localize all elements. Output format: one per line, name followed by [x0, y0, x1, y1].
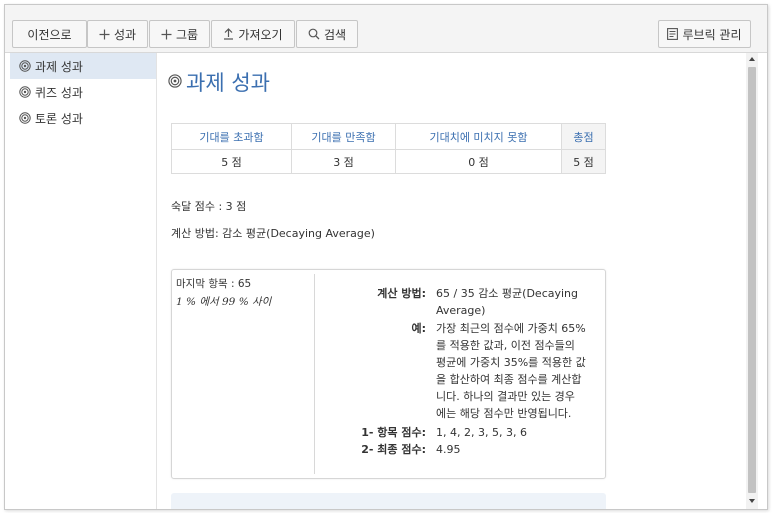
- search-icon: [308, 28, 320, 40]
- import-button[interactable]: 가져오기: [211, 20, 295, 48]
- vertical-scrollbar[interactable]: [746, 53, 758, 509]
- upload-icon: [223, 28, 234, 40]
- level-points: 3 점: [291, 149, 396, 174]
- add-group-label: 그룹: [175, 27, 199, 42]
- method-value: 65 / 35 감소 평균(Decaying Average): [436, 287, 579, 317]
- scroll-down-arrow-icon[interactable]: [746, 497, 758, 507]
- import-label: 가져오기: [238, 27, 283, 42]
- item-scores-value: 1, 4, 2, 3, 5, 3, 6: [436, 426, 527, 439]
- mastery-levels-table: 기대를 초과함 기대를 만족함 기대치에 미치지 못함 총점 5 점 3 점 0…: [171, 123, 606, 174]
- target-icon: [168, 73, 182, 91]
- sidebar-item-label: 토론 성과: [35, 111, 83, 126]
- weight-range-hint: 1 % 에서 99 % 사이: [176, 296, 272, 308]
- target-icon: [19, 60, 31, 72]
- final-score-key: 2- 최종 점수:: [361, 443, 426, 456]
- calc-parameter: 마지막 항목 : 65 1 % 에서 99 % 사이: [176, 276, 312, 309]
- add-outcome-button[interactable]: 성과: [87, 20, 148, 48]
- total-points: 5 점: [561, 149, 606, 174]
- rubric-icon: [667, 28, 679, 40]
- back-button-label: 이전으로: [27, 27, 72, 42]
- page-title-text: 과제 성과: [186, 71, 270, 95]
- sidebar-item-label: 퀴즈 성과: [35, 85, 83, 100]
- manage-rubrics-label: 루브릭 관리: [682, 27, 742, 42]
- level-header: 기대를 만족함: [291, 123, 396, 150]
- item-scores-key: 1- 항목 점수:: [361, 426, 426, 439]
- plus-icon: [99, 29, 110, 40]
- add-outcome-label: 성과: [113, 27, 137, 42]
- target-icon: [19, 86, 31, 98]
- level-header: 기대를 초과함: [171, 123, 292, 150]
- example-text: 가장 최근의 점수에 가중치 65% 를 적용한 값과, 이전 점수들의 평균에…: [436, 322, 586, 420]
- sidebar: 과제 성과 퀴즈 성과 토론 성과: [10, 53, 157, 509]
- last-item-weight: 마지막 항목 : 65: [176, 278, 252, 290]
- back-button[interactable]: 이전으로: [12, 20, 87, 48]
- example-key: 예:: [411, 322, 426, 335]
- sidebar-item-discussion-outcomes[interactable]: 토론 성과: [10, 105, 156, 131]
- sidebar-item-quiz-outcomes[interactable]: 퀴즈 성과: [10, 79, 156, 105]
- target-icon: [19, 112, 31, 124]
- manage-rubrics-button[interactable]: 루브릭 관리: [658, 20, 751, 48]
- level-points: 0 점: [395, 149, 562, 174]
- calculation-method: 계산 방법: 감소 평균(Decaying Average): [171, 227, 375, 240]
- total-header: 총점: [561, 123, 606, 150]
- level-points: 5 점: [171, 149, 292, 174]
- search-label: 검색: [323, 27, 347, 42]
- scroll-up-arrow-icon[interactable]: [746, 55, 758, 65]
- add-group-button[interactable]: 그룹: [149, 20, 210, 48]
- final-score-value: 4.95: [436, 443, 461, 456]
- divider: [314, 274, 315, 474]
- sidebar-item-label: 과제 성과: [35, 59, 83, 74]
- plus-icon: [161, 29, 172, 40]
- calculation-box: 마지막 항목 : 65 1 % 에서 99 % 사이 계산 방법: 65 / 3…: [171, 269, 606, 479]
- search-button[interactable]: 검색: [296, 20, 358, 48]
- scroll-thumb[interactable]: [748, 67, 756, 493]
- mastery-score: 숙달 점수 : 3 점: [171, 200, 247, 213]
- page-title: 과제 성과: [168, 67, 270, 97]
- method-key: 계산 방법:: [377, 287, 426, 300]
- next-section-strip: [171, 493, 606, 509]
- sidebar-item-assignment-outcomes[interactable]: 과제 성과: [10, 53, 156, 79]
- window-frame: 이전으로 성과 그룹 가져오기 검색 루브릭 관리 과제 성과 퀴즈 성과 토론…: [4, 4, 768, 510]
- toolbar: 이전으로 성과 그룹 가져오기 검색 루브릭 관리: [5, 5, 767, 53]
- main-content: 과제 성과 기대를 초과함 기대를 만족함 기대치에 미치지 못함 총점 5 점…: [158, 53, 745, 509]
- level-header: 기대치에 미치지 못함: [395, 123, 562, 150]
